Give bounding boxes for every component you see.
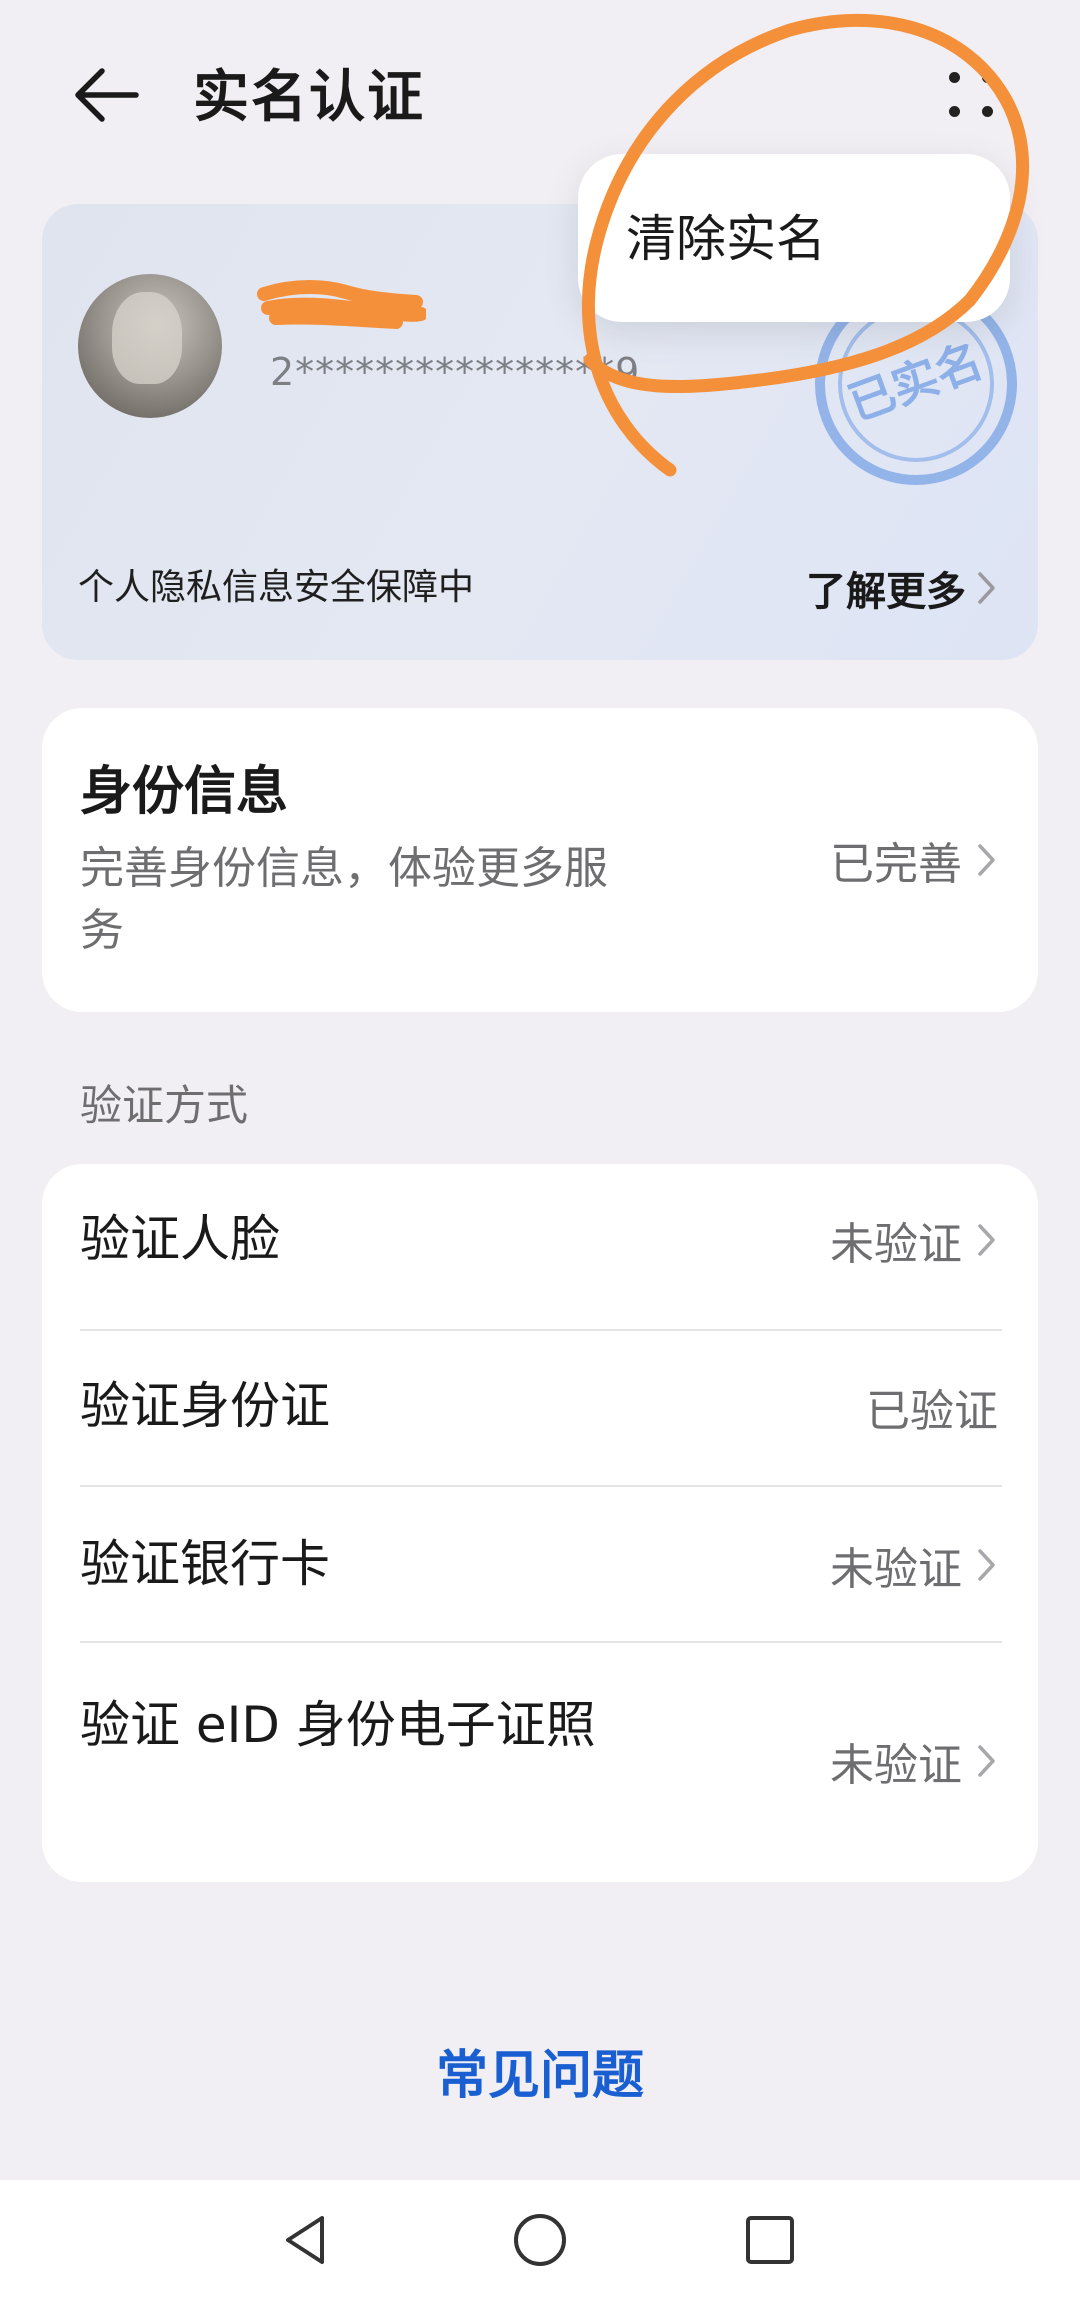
verify-eid-status: 未验证 [830,1729,998,1793]
avatar [78,274,222,418]
verify-bank-card-row[interactable]: 验证银行卡 未验证 [42,1487,1038,1641]
nav-recents-icon [746,2216,794,2264]
stamp-text: 已实名 [841,333,989,431]
system-navigation-bar [0,2180,1080,2301]
learn-more-link[interactable]: 了解更多 [806,558,998,618]
more-options-button[interactable] [936,60,1016,140]
more-dots-icon-part [949,106,960,117]
verify-id-card-row[interactable]: 验证身份证 已验证 [42,1331,1038,1485]
chevron-right-icon [978,1549,995,1581]
verify-face-label: 验证人脸 [80,1210,280,1268]
redacted-name-scribble [257,280,426,329]
verification-list: 验证人脸 未验证 验证身份证 已验证 验证银行卡 未验证 验证 eID 身份电子… [42,1164,1038,1882]
page-title: 实名认证 [193,65,425,130]
verify-id-card-label: 验证身份证 [80,1377,330,1435]
back-button[interactable] [60,50,150,140]
masked-id-number: 2****************9 [270,350,641,394]
verify-bank-card-status-label: 未验证 [830,1544,962,1595]
verify-id-card-status-label: 已验证 [866,1386,998,1437]
verify-eid-row[interactable]: 验证 eID 身份电子证照 未验证 [42,1643,1038,1882]
learn-more-label: 了解更多 [806,569,966,615]
arrow-left-icon [75,68,139,122]
chevron-right-icon [978,1224,995,1256]
nav-recents-button[interactable] [738,2208,802,2272]
verify-face-row[interactable]: 验证人脸 未验证 [42,1164,1038,1320]
verify-bank-card-status: 未验证 [830,1533,998,1597]
clear-real-name-menu-item[interactable]: 清除实名 [626,204,826,274]
faq-link[interactable]: 常见问题 [0,2040,1080,2112]
chevron-right-icon [978,1745,995,1777]
more-dots-icon-part [982,106,993,117]
verify-id-card-status: 已验证 [866,1375,998,1439]
nav-home-icon [514,2214,566,2266]
identity-info-card[interactable]: 身份信息 完善身份信息，体验更多服务 已完善 [42,708,1038,1012]
verify-face-status: 未验证 [830,1208,998,1272]
nav-back-icon [286,2216,324,2264]
more-dots-icon-part [982,72,993,83]
avatar-face [112,292,182,384]
verification-section-title: 验证方式 [80,1081,249,1130]
verify-bank-card-label: 验证银行卡 [80,1535,330,1593]
identity-info-status-label: 已完善 [830,839,962,890]
privacy-notice: 个人隐私信息安全保障中 [78,567,475,608]
nav-back-button[interactable] [276,2208,340,2272]
verify-face-status-label: 未验证 [830,1219,962,1270]
identity-info-description: 完善身份信息，体验更多服务 [80,843,608,956]
verify-eid-status-label: 未验证 [830,1740,962,1791]
nav-home-button[interactable] [508,2208,572,2272]
identity-info-title: 身份信息 [80,762,289,822]
identity-info-status: 已完善 [830,828,998,892]
options-popup-menu: 清除实名 [578,154,1010,322]
more-dots-icon [949,72,960,83]
chevron-right-icon [978,844,995,876]
chevron-right-icon [978,572,995,604]
verify-eid-label: 验证 eID 身份电子证照 [80,1696,596,1754]
